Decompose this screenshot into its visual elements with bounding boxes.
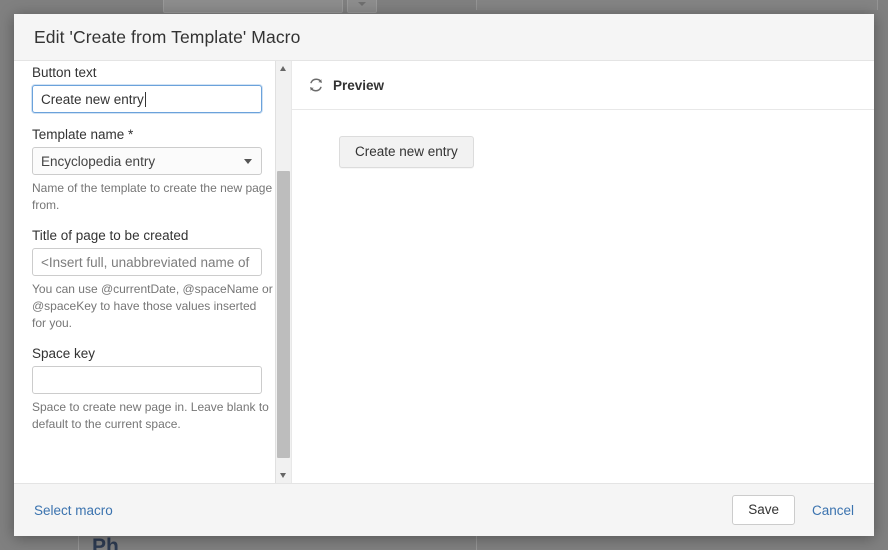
dialog-body: content from any pre-defined template. B… [14,61,874,483]
background-top-strip: Can't find what you're looking for? [0,0,888,14]
label-space-key: Space key [32,346,96,361]
hint-template-name: Name of the template to create the new p… [32,181,273,212]
hint-page-title: You can use @currentDate, @spaceName or … [32,282,273,330]
scroll-up-arrow-icon[interactable] [276,61,291,76]
background-bottom-text: Ph [92,535,119,550]
preview-panel: Preview Create new entry [292,61,874,483]
form-scrollbar[interactable] [275,61,291,483]
background-dropdown-field [347,0,377,13]
chevron-down-icon [244,159,252,164]
refresh-icon[interactable] [308,77,324,93]
page-title-input[interactable]: <Insert full, unabbreviated name of [32,248,262,276]
field-group-template-name: Template name * Encyclopedia entry Name … [32,127,273,214]
label-template-name: Template name * [32,127,134,142]
cancel-link[interactable]: Cancel [812,503,854,518]
macro-form-panel: content from any pre-defined template. B… [14,61,292,483]
template-name-selected-value: Encyclopedia entry [41,153,156,169]
select-macro-link[interactable]: Select macro [34,503,113,518]
preview-create-new-entry-button[interactable]: Create new entry [339,136,474,168]
footer-actions: Save Cancel [732,495,854,525]
preview-body: Create new entry [292,110,874,483]
label-page-title: Title of page to be created [32,228,189,243]
save-button[interactable]: Save [732,495,795,525]
template-name-select[interactable]: Encyclopedia entry [32,147,262,175]
button-text-input-value: Create new entry [41,91,144,107]
page-title-input-value: <Insert full, unabbreviated name of [41,254,250,270]
preview-title: Preview [333,77,385,93]
field-group-space-key: Space key Space to create new page in. L… [32,346,273,433]
field-group-page-title: Title of page to be created <Insert full… [32,228,273,332]
field-group-button-text: Button text Create new entry [32,65,273,113]
background-right-panel: Can't find what you're looking for? [476,0,878,10]
macro-form-scroll-content: content from any pre-defined template. B… [14,61,291,447]
dialog-header: Edit 'Create from Template' Macro [14,14,874,61]
space-key-input[interactable] [32,366,262,394]
dialog-title: Edit 'Create from Template' Macro [34,26,301,47]
preview-header: Preview [292,61,874,110]
button-text-input[interactable]: Create new entry [32,85,262,113]
edit-macro-dialog: Edit 'Create from Template' Macro conten… [14,14,874,536]
hint-space-key: Space to create new page in. Leave blank… [32,400,269,431]
scrollbar-thumb[interactable] [277,171,290,458]
dialog-footer: Select macro Save Cancel [14,483,874,536]
label-button-text: Button text [32,65,97,80]
background-input-field [163,0,343,13]
scroll-down-arrow-icon[interactable] [276,468,291,483]
text-caret [144,91,146,107]
